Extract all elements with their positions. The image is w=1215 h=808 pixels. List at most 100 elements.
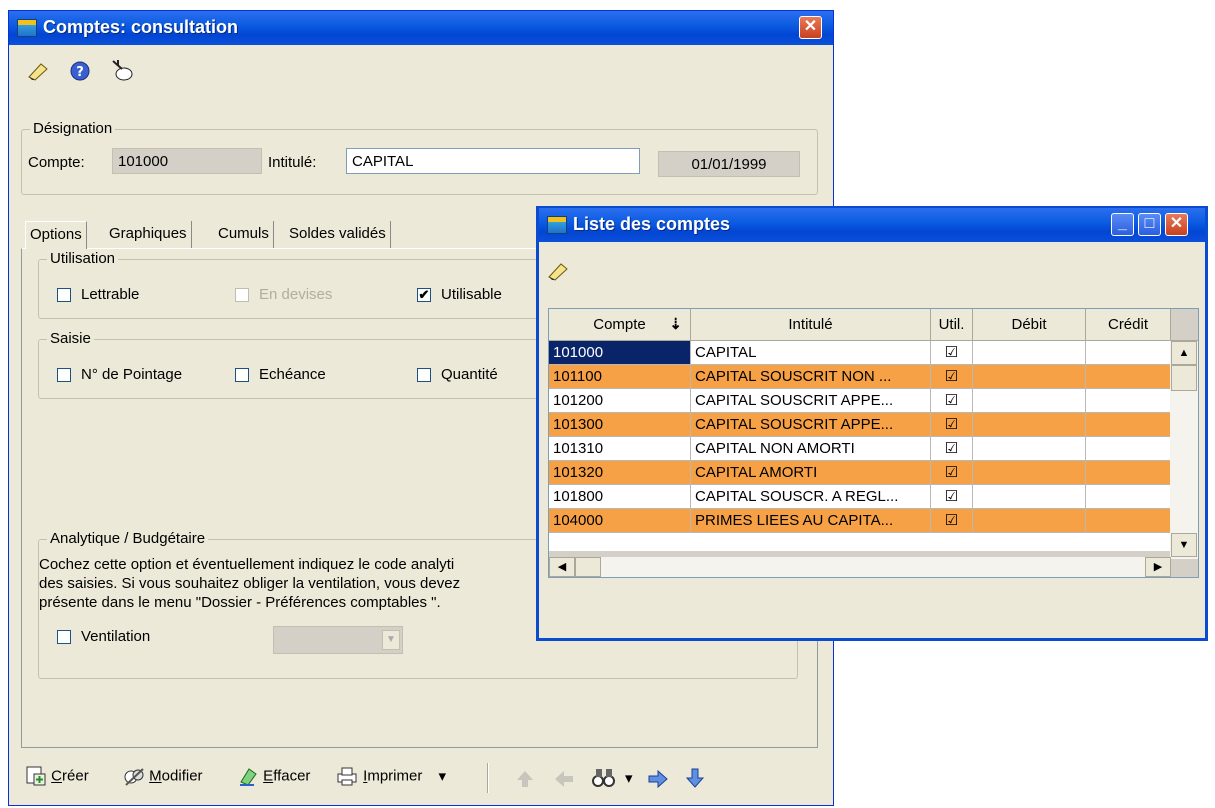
imprimer-button[interactable]: Imprimer ▾: [335, 765, 446, 791]
close-button[interactable]: ✕: [799, 16, 822, 39]
cell-util[interactable]: ☑: [931, 509, 973, 533]
modifier-button[interactable]: Modifier: [123, 765, 203, 791]
tab-soldes-valides[interactable]: Soldes validés: [285, 221, 391, 249]
cell-credit: [1086, 485, 1171, 509]
maximize-button[interactable]: □: [1138, 213, 1161, 236]
en-devises-checkbox[interactable]: [235, 288, 249, 302]
column-header-intitule[interactable]: Intitulé: [691, 309, 931, 341]
table-row[interactable]: 101100 CAPITAL SOUSCRIT NON ... ☑: [549, 365, 1171, 389]
accounts-grid: Compte ⇣ Intitulé Util. Débit Crédit 101…: [548, 308, 1199, 578]
cell-compte: 101300: [549, 413, 691, 437]
cell-intitule: CAPITAL SOUSCRIT APPE...: [691, 413, 931, 437]
table-row[interactable]: 104000 PRIMES LIEES AU CAPITA... ☑: [549, 509, 1171, 533]
tab-graphiques[interactable]: Graphiques: [105, 221, 192, 249]
modifier-label: odifier: [161, 767, 203, 785]
main-title-bar[interactable]: Comptes: consultation ✕: [9, 11, 833, 45]
scroll-down-button[interactable]: ▼: [1171, 533, 1197, 557]
cell-credit: [1086, 413, 1171, 437]
bottom-toolbar: Créer Modifier Effacer Imprimer ▾ ▾: [19, 757, 819, 797]
cell-util[interactable]: ☑: [931, 413, 973, 437]
column-header-compte-label: Compte: [593, 316, 646, 333]
pointage-checkbox[interactable]: [57, 368, 71, 382]
intitule-field[interactable]: CAPITAL: [346, 148, 640, 174]
effacer-label: ffacer: [273, 767, 311, 785]
scroll-thumb[interactable]: [1171, 365, 1197, 391]
date-field: 01/01/1999: [658, 151, 800, 177]
chevron-down-icon[interactable]: ▼: [382, 630, 400, 650]
list-title-bar[interactable]: Liste des comptes _ □ ✕: [539, 208, 1205, 242]
cell-util[interactable]: ☑: [931, 365, 973, 389]
analytique-text-line2: des saisies. Si vous souhaitez obliger l…: [39, 575, 461, 592]
cell-intitule: CAPITAL SOUSCR. A REGL...: [691, 485, 931, 509]
cell-util[interactable]: ☑: [931, 485, 973, 509]
list-close-button[interactable]: ✕: [1165, 213, 1188, 236]
arrow-right-icon[interactable]: [647, 769, 669, 789]
ventilation-dropdown[interactable]: ▼: [273, 626, 403, 654]
effacer-button[interactable]: Effacer: [237, 765, 310, 791]
sort-arrow-icon: ⇣: [669, 316, 682, 333]
help-icon[interactable]: ?: [69, 61, 91, 81]
cell-intitule: PRIMES LIEES AU CAPITA...: [691, 509, 931, 533]
tab-cumuls[interactable]: Cumuls: [214, 221, 274, 249]
scroll-up-button[interactable]: ▲: [1171, 341, 1197, 365]
cell-intitule: CAPITAL SOUSCRIT NON ...: [691, 365, 931, 389]
cell-intitule: CAPITAL AMORTI: [691, 461, 931, 485]
column-header-util[interactable]: Util.: [931, 309, 973, 341]
cell-util[interactable]: ☑: [931, 341, 973, 365]
imprimer-dropdown-icon[interactable]: ▾: [439, 768, 447, 785]
imprimer-label: mprimer: [367, 767, 423, 785]
table-row[interactable]: 101320 CAPITAL AMORTI ☑: [549, 461, 1171, 485]
column-header-debit-label: Débit: [1011, 316, 1047, 333]
designation-legend: Désignation: [30, 120, 116, 137]
echeance-checkbox[interactable]: [235, 368, 249, 382]
scroll-left-button[interactable]: ◀: [549, 557, 575, 577]
column-header-debit[interactable]: Débit: [973, 309, 1086, 341]
table-row[interactable]: 101800 CAPITAL SOUSCR. A REGL... ☑: [549, 485, 1171, 509]
table-row[interactable]: 101200 CAPITAL SOUSCRIT APPE... ☑: [549, 389, 1171, 413]
column-header-compte[interactable]: Compte ⇣: [549, 309, 691, 341]
search-binoculars-icon[interactable]: [591, 766, 617, 790]
modify-icon: [124, 768, 144, 786]
minimize-button[interactable]: _: [1111, 213, 1134, 236]
vertical-scrollbar[interactable]: ▲ ▼: [1170, 341, 1198, 559]
main-window-title: Comptes: consultation: [43, 17, 239, 37]
exit-icon[interactable]: [109, 57, 135, 83]
cell-compte: 101100: [549, 365, 691, 389]
column-header-credit[interactable]: Crédit: [1086, 309, 1171, 341]
table-row[interactable]: 101310 CAPITAL NON AMORTI ☑: [549, 437, 1171, 461]
tab-options[interactable]: Options: [25, 221, 87, 249]
cell-util[interactable]: ☑: [931, 437, 973, 461]
table-row[interactable]: 101300 CAPITAL SOUSCRIT APPE... ☑: [549, 413, 1171, 437]
horizontal-scrollbar[interactable]: ◀ ▶: [549, 557, 1171, 577]
edit-pencil-icon[interactable]: [547, 261, 569, 281]
effacer-accel: E: [263, 767, 274, 785]
search-dropdown-icon[interactable]: ▾: [625, 769, 633, 787]
cell-util[interactable]: ☑: [931, 461, 973, 485]
analytique-text-line3: présente dans le menu "Dossier - Préfére…: [39, 594, 441, 611]
cell-compte: 101320: [549, 461, 691, 485]
table-row[interactable]: 101000 CAPITAL ☑: [549, 341, 1171, 365]
cell-util[interactable]: ☑: [931, 389, 973, 413]
cell-credit: [1086, 365, 1171, 389]
arrow-down-icon[interactable]: [685, 767, 705, 789]
compte-label: Compte:: [28, 154, 85, 171]
creer-button[interactable]: Créer: [25, 765, 89, 791]
cell-credit: [1086, 437, 1171, 461]
cell-debit: [973, 509, 1086, 533]
utilisable-checkbox[interactable]: ✔: [417, 288, 431, 302]
quantite-checkbox[interactable]: [417, 368, 431, 382]
scroll-right-button[interactable]: ▶: [1145, 557, 1171, 577]
lettrable-label: Lettrable: [81, 286, 140, 303]
edit-pencil-icon[interactable]: [27, 61, 49, 81]
cell-debit: [973, 485, 1086, 509]
arrow-up-disabled-icon[interactable]: [515, 769, 535, 789]
en-devises-label: En devises: [259, 286, 333, 303]
scroll-h-thumb[interactable]: [575, 557, 601, 577]
saisie-legend: Saisie: [47, 330, 94, 347]
compte-field[interactable]: 101000: [112, 148, 262, 174]
arrow-left-disabled-icon[interactable]: [553, 769, 575, 789]
ventilation-checkbox[interactable]: [57, 630, 71, 644]
lettrable-checkbox[interactable]: [57, 288, 71, 302]
cell-intitule: CAPITAL NON AMORTI: [691, 437, 931, 461]
column-header-credit-label: Crédit: [1107, 316, 1148, 333]
